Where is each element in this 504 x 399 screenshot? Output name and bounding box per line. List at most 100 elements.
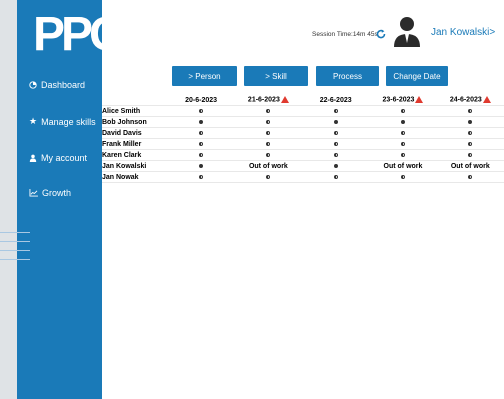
status-cell[interactable] xyxy=(436,149,504,161)
status-cell[interactable] xyxy=(302,160,370,172)
status-cell[interactable] xyxy=(436,127,504,139)
date-header: 24-6-2023 xyxy=(436,95,504,106)
status-cell[interactable] xyxy=(302,116,370,128)
table-row[interactable]: Jan Kowalski Out of work Out of work Out of… xyxy=(102,160,504,172)
status-cell[interactable] xyxy=(369,127,437,139)
half-status-icon xyxy=(468,152,473,157)
half-status-icon xyxy=(266,108,271,113)
out-of-work-label: Out of work xyxy=(248,162,288,170)
sidebar-item-manage-skills[interactable]: ★ Manage skills xyxy=(17,116,102,127)
status-cell[interactable] xyxy=(167,116,235,128)
main-content: Session Time:14m 45s Jan Kowalski> > Per… xyxy=(102,0,504,399)
half-status-icon xyxy=(199,152,204,157)
status-cell[interactable] xyxy=(369,138,437,150)
status-cell[interactable] xyxy=(234,105,303,117)
status-cell[interactable] xyxy=(302,149,370,161)
status-cell[interactable] xyxy=(167,160,235,172)
full-status-icon xyxy=(333,163,338,168)
status-cell[interactable] xyxy=(234,116,303,128)
status-cell[interactable] xyxy=(302,127,370,139)
out-of-work-cell[interactable]: Out of work xyxy=(436,160,504,172)
user-icon xyxy=(29,154,37,162)
status-cell[interactable] xyxy=(436,171,504,183)
table-row[interactable]: Frank Miller xyxy=(102,138,504,150)
schedule-body: Alice Smith Bob Johnson David Davis Frank M… xyxy=(102,105,504,183)
half-status-icon xyxy=(468,174,473,179)
change-date-button[interactable]: Change Date xyxy=(386,66,448,86)
date-header: 23-6-2023 xyxy=(369,95,437,106)
table-row[interactable]: Jan Nowak xyxy=(102,171,504,183)
name-column-header xyxy=(102,95,168,106)
full-status-icon xyxy=(333,119,338,124)
status-cell[interactable] xyxy=(302,105,370,117)
star-icon: ★ xyxy=(29,116,38,126)
date-header: 21-6-2023 xyxy=(234,95,303,106)
status-cell[interactable] xyxy=(167,171,235,183)
sidebar-item-label: Growth xyxy=(42,188,72,198)
table-row[interactable]: Bob Johnson xyxy=(102,116,504,128)
half-status-icon xyxy=(333,152,338,157)
status-cell[interactable] xyxy=(167,138,235,150)
half-status-icon xyxy=(333,141,338,146)
date-header: 22-6-2023 xyxy=(302,95,370,106)
table-row[interactable]: Alice Smith xyxy=(102,105,504,117)
person-name: Jan Kowalski xyxy=(102,160,168,172)
status-cell[interactable] xyxy=(436,138,504,150)
full-status-icon xyxy=(468,119,473,124)
status-cell[interactable] xyxy=(436,116,504,128)
out-of-work-label: Out of work xyxy=(450,162,490,170)
half-status-icon xyxy=(266,174,271,179)
status-cell[interactable] xyxy=(234,138,303,150)
person-name: Frank Miller xyxy=(102,138,168,150)
warning-icon xyxy=(482,96,491,104)
status-cell[interactable] xyxy=(234,127,303,139)
status-cell[interactable] xyxy=(369,105,437,117)
skill-button[interactable]: > Skill xyxy=(244,66,308,86)
sidebar-item-growth[interactable]: Growth xyxy=(17,188,102,198)
svg-text:PPG: PPG xyxy=(33,8,113,56)
sidebar-item-label: My account xyxy=(41,153,88,163)
process-button[interactable]: Process xyxy=(316,66,379,86)
table-row[interactable]: David Davis xyxy=(102,127,504,139)
status-cell[interactable] xyxy=(369,149,437,161)
decorative-lines xyxy=(0,232,30,268)
person-name: Bob Johnson xyxy=(102,116,168,128)
status-cell[interactable] xyxy=(436,105,504,117)
full-status-icon xyxy=(400,119,405,124)
half-status-icon xyxy=(333,174,338,179)
status-cell[interactable] xyxy=(369,116,437,128)
status-cell[interactable] xyxy=(302,171,370,183)
chart-icon xyxy=(29,189,38,197)
half-status-icon xyxy=(468,108,473,113)
half-status-icon xyxy=(333,130,338,135)
half-status-icon xyxy=(199,108,204,113)
half-status-icon xyxy=(400,141,405,146)
half-status-icon xyxy=(468,141,473,146)
half-status-icon xyxy=(400,130,405,135)
status-cell[interactable] xyxy=(234,171,303,183)
refresh-icon[interactable] xyxy=(376,29,386,39)
warning-icon xyxy=(280,96,289,104)
half-status-icon xyxy=(199,174,204,179)
status-cell[interactable] xyxy=(167,127,235,139)
status-cell[interactable] xyxy=(302,138,370,150)
person-name: David Davis xyxy=(102,127,168,139)
person-name: Jan Nowak xyxy=(102,171,168,183)
status-cell[interactable] xyxy=(369,171,437,183)
half-status-icon xyxy=(266,152,271,157)
half-status-icon xyxy=(400,174,405,179)
status-cell[interactable] xyxy=(234,149,303,161)
sidebar-item-my-account[interactable]: My account xyxy=(17,153,102,163)
user-menu-link[interactable]: Jan Kowalski> xyxy=(431,27,495,38)
out-of-work-cell[interactable]: Out of work xyxy=(369,160,437,172)
top-bar: Session Time:14m 45s Jan Kowalski> xyxy=(102,0,504,52)
out-of-work-cell[interactable]: Out of work xyxy=(234,160,303,172)
session-timer: Session Time:14m 45s xyxy=(312,31,378,38)
status-cell[interactable] xyxy=(167,105,235,117)
sidebar-item-dashboard[interactable]: Dashboard xyxy=(17,80,102,90)
status-cell[interactable] xyxy=(167,149,235,161)
full-status-icon xyxy=(199,163,204,168)
warning-icon xyxy=(415,96,424,104)
person-button[interactable]: > Person xyxy=(172,66,237,86)
table-row[interactable]: Karen Clark xyxy=(102,149,504,161)
